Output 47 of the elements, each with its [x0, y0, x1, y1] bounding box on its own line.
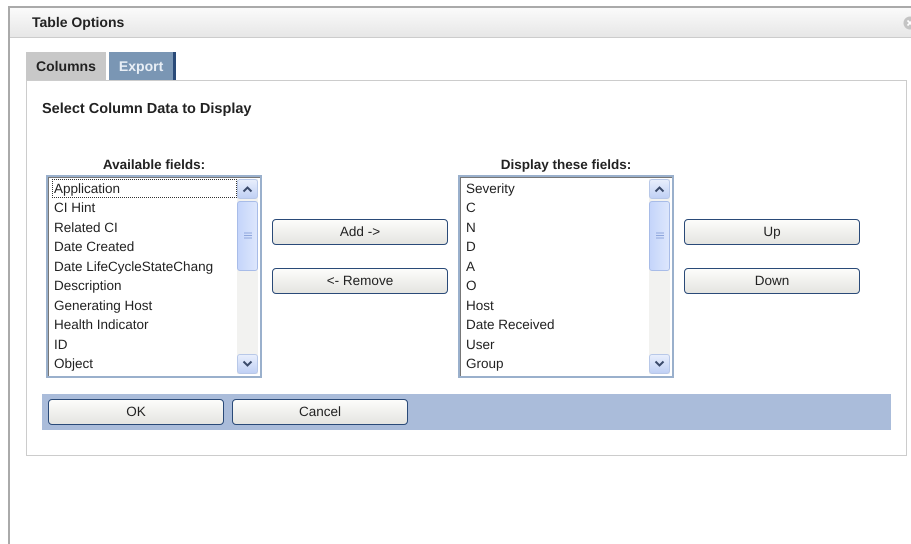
- scroll-up-button[interactable]: [237, 178, 258, 199]
- section-heading: Select Column Data to Display: [42, 100, 252, 119]
- list-item[interactable]: D: [464, 237, 649, 257]
- list-item[interactable]: Severity: [464, 178, 649, 198]
- list-item[interactable]: Related CI: [52, 218, 237, 238]
- list-item[interactable]: Health Indicator: [52, 315, 237, 335]
- scroll-down-button[interactable]: [237, 354, 258, 374]
- list-item[interactable]: Date Created: [52, 237, 237, 257]
- list-item[interactable]: N: [464, 218, 649, 238]
- scroll-up-button[interactable]: [649, 178, 670, 199]
- list-item[interactable]: Description: [52, 276, 237, 296]
- listbox[interactable]: Application CI Hint Related CI Date Created Date LifeCycleStateChang Description Generating Host Health Indicator ID Object: [46, 174, 262, 378]
- list-item[interactable]: Date Received: [464, 315, 649, 335]
- list-item[interactable]: Application: [52, 178, 237, 198]
- list-item[interactable]: CI Hint: [52, 198, 237, 218]
- caret-down-icon: [242, 360, 253, 368]
- scroll-down-button[interactable]: [649, 354, 670, 374]
- move-button[interactable]: <- Remove: [272, 268, 448, 294]
- list-item[interactable]: Object: [52, 354, 237, 374]
- list-item[interactable]: Generating Host: [52, 296, 237, 316]
- list-label: Available fields:: [102, 156, 206, 174]
- tab[interactable]: Columns: [26, 52, 106, 80]
- scroll-thumb[interactable]: [649, 200, 670, 271]
- caret-down-icon: [654, 360, 665, 368]
- dialog-button[interactable]: Cancel: [232, 398, 408, 425]
- caret-up-icon: [242, 184, 253, 193]
- order-button[interactable]: Up: [684, 218, 860, 245]
- move-button[interactable]: Add ->: [272, 218, 448, 245]
- grip-icon: [656, 232, 664, 240]
- scrollbar[interactable]: [649, 178, 670, 374]
- list-item[interactable]: O: [464, 276, 649, 296]
- scrollbar[interactable]: [237, 178, 258, 374]
- list-item[interactable]: Date LifeCycleStateChang: [52, 256, 237, 276]
- list-item[interactable]: A: [464, 256, 649, 276]
- grip-icon: [244, 232, 252, 240]
- window-title: Table Options: [32, 13, 124, 32]
- list-item[interactable]: User: [464, 334, 649, 354]
- scroll-thumb[interactable]: [237, 200, 258, 271]
- list-item[interactable]: Host: [464, 296, 649, 316]
- list-item[interactable]: C: [464, 198, 649, 218]
- order-button[interactable]: Down: [684, 268, 860, 294]
- dialog-button[interactable]: OK: [48, 398, 224, 425]
- list-item[interactable]: Group: [464, 354, 649, 374]
- list-item[interactable]: ID: [52, 334, 237, 354]
- list-label: Display these fields:: [500, 156, 632, 174]
- listbox[interactable]: Severity C N D A O Host Date Received User Group: [458, 174, 674, 378]
- caret-up-icon: [654, 184, 665, 193]
